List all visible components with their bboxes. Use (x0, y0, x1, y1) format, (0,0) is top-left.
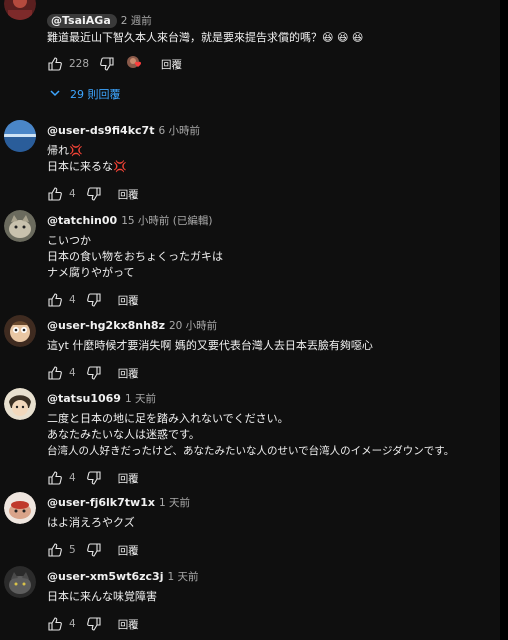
reply-button[interactable]: 回覆 (118, 543, 139, 558)
comment-author[interactable]: @user-ds9fi4kc7t (47, 124, 154, 137)
comment-line: 日本に来んな味覚障害 (47, 590, 157, 603)
dislike-icon[interactable] (86, 186, 102, 202)
comment-line: 帰れ💢 (47, 144, 83, 157)
dislike-icon[interactable] (99, 56, 115, 72)
like-count: 228 (69, 58, 90, 70)
comment-time[interactable]: 2 週前 (121, 15, 152, 27)
like-icon[interactable] (47, 186, 63, 202)
reply-button[interactable]: 回覆 (161, 57, 182, 72)
comment-author[interactable]: @tatchin00 (47, 214, 117, 227)
avatar[interactable] (4, 0, 36, 20)
comment-time[interactable]: 1 天前 (167, 571, 198, 583)
comment-author[interactable]: @tatsu1069 (47, 392, 121, 405)
comment-line: 台湾人の人好きだったけど、あなたみたいな人のせいで台湾人のイメージダウンです。 (47, 445, 455, 457)
comment-text: 帰れ💢 日本に来るな💢 (47, 143, 496, 175)
comment-line: こいつか (47, 234, 91, 247)
comment-line: ナメ腐りやがって (47, 266, 135, 279)
avatar[interactable] (4, 388, 36, 420)
replies-count-label: 29 則回覆 (70, 88, 121, 101)
comment-time[interactable]: 6 小時前 (158, 125, 200, 137)
like-icon[interactable] (47, 292, 63, 308)
comment-time[interactable]: 1 天前 (125, 393, 156, 405)
reply-button[interactable]: 回覆 (118, 471, 139, 486)
like-count: 4 (69, 294, 76, 306)
comment-time[interactable]: 20 小時前 (169, 320, 217, 332)
comment-line: 這yt 什麼時候才要消失啊 媽的又要代表台灣人去日本丟臉有夠噁心 (47, 339, 373, 352)
like-count: 4 (69, 618, 76, 630)
avatar[interactable] (4, 315, 36, 347)
like-icon[interactable] (47, 542, 63, 558)
dislike-icon[interactable] (86, 470, 102, 486)
like-icon[interactable] (47, 365, 63, 381)
view-replies-button[interactable]: 29 則回覆 (50, 86, 121, 102)
comment-author[interactable]: @TsaiAGa (47, 14, 117, 28)
comment-text: 二度と日本の地に足を踏み入れないでください。 あなたみたいな人は迷惑です。 台湾… (47, 411, 496, 459)
avatar[interactable] (4, 210, 36, 242)
reply-button[interactable]: 回覆 (118, 187, 139, 202)
comment-author[interactable]: @user-hg2kx8nh8z (47, 319, 165, 332)
avatar[interactable] (4, 120, 36, 152)
avatar[interactable] (4, 566, 36, 598)
comment-text: 日本に来んな味覚障害 (47, 589, 496, 605)
comment-text: はよ消えろやクズ (47, 515, 496, 531)
comment-author[interactable]: @user-xm5wt6zc3j (47, 570, 163, 583)
reply-button[interactable]: 回覆 (118, 293, 139, 308)
comment-line: 難道最近山下智久本人來台灣，就是要來提告求償的嗎？😆 😆 😆 (47, 31, 364, 44)
comment-line: あなたみたいな人は迷惑です。 (47, 428, 200, 441)
comment-time[interactable]: 15 小時前 (已編輯) (121, 215, 212, 227)
comment-text: 難道最近山下智久本人來台灣，就是要來提告求償的嗎？😆 😆 😆 (47, 30, 496, 46)
comment-line: 日本の食い物をおちょくったガキは (47, 250, 223, 263)
dislike-icon[interactable] (86, 616, 102, 632)
comment-line: はよ消えろやクズ (47, 516, 135, 529)
like-count: 4 (69, 367, 76, 379)
comment-text: こいつか 日本の食い物をおちょくったガキは ナメ腐りやがって (47, 233, 496, 281)
like-icon[interactable] (47, 470, 63, 486)
like-icon[interactable] (47, 616, 63, 632)
comment-author[interactable]: @user-fj6lk7tw1x (47, 496, 155, 509)
creator-heart-icon (125, 55, 145, 73)
like-count: 4 (69, 472, 76, 484)
dislike-icon[interactable] (86, 292, 102, 308)
comments-panel: @TsaiAGa 2 週前 難道最近山下智久本人來台灣，就是要來提告求償的嗎？😆 … (0, 0, 500, 640)
comment-text: 這yt 什麼時候才要消失啊 媽的又要代表台灣人去日本丟臉有夠噁心 (47, 338, 496, 354)
reply-button[interactable]: 回覆 (118, 617, 139, 632)
like-icon[interactable] (47, 56, 63, 72)
dislike-icon[interactable] (86, 365, 102, 381)
comment-line: 日本に来るな💢 (47, 160, 127, 173)
chevron-down-icon (50, 88, 60, 101)
dislike-icon[interactable] (86, 542, 102, 558)
comment-time[interactable]: 1 天前 (159, 497, 190, 509)
like-count: 5 (69, 544, 76, 556)
like-count: 4 (69, 188, 76, 200)
avatar[interactable] (4, 492, 36, 524)
comment-line: 二度と日本の地に足を踏み入れないでください。 (47, 412, 289, 425)
reply-button[interactable]: 回覆 (118, 366, 139, 381)
